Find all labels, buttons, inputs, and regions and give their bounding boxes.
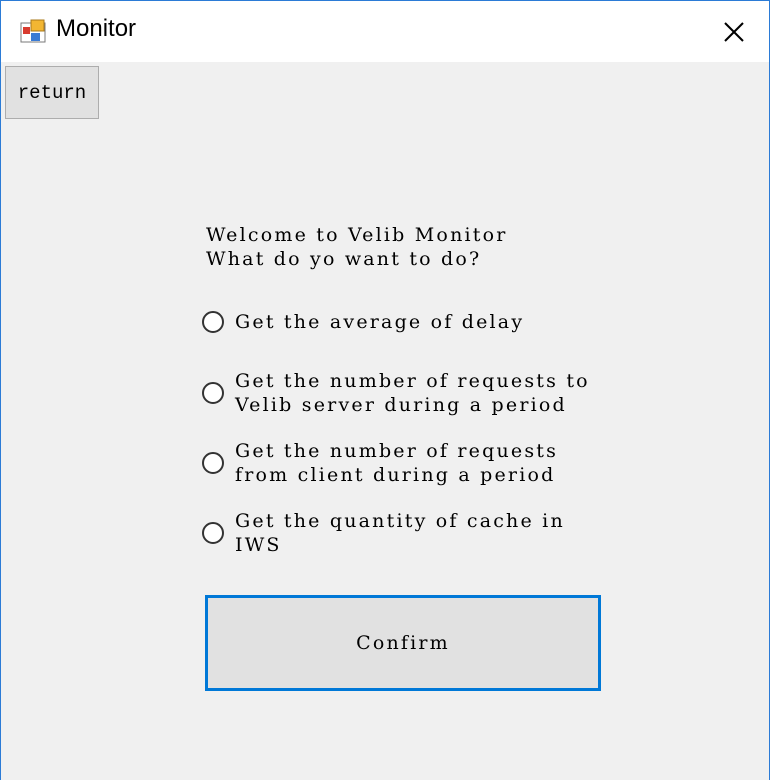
window-title: Monitor — [56, 15, 137, 42]
option-label: Get the quantity of cache in — [235, 510, 565, 532]
radio-button[interactable] — [202, 311, 224, 333]
welcome-line-1: Welcome to Velib Monitor — [206, 224, 508, 246]
option-label: Get the number of requests to — [235, 370, 590, 392]
winforms-app-icon — [20, 19, 46, 43]
option-label: from client during a period — [235, 464, 556, 486]
option-label: Get the number of requests — [235, 440, 559, 462]
option-average-delay[interactable]: Get the average of delay — [202, 310, 524, 334]
welcome-text: Welcome to Velib Monitor What do yo want… — [206, 223, 508, 271]
option-label: Get the average of delay — [235, 311, 525, 333]
confirm-button[interactable]: Confirm — [205, 595, 601, 691]
radio-button[interactable] — [202, 522, 224, 544]
return-button-label: return — [17, 81, 87, 104]
radio-button[interactable] — [202, 382, 224, 404]
confirm-button-label: Confirm — [356, 632, 450, 654]
title-bar: Monitor — [1, 1, 769, 62]
radio-button[interactable] — [202, 452, 224, 474]
option-cache-quantity[interactable]: Get the quantity of cache in IWS — [202, 509, 565, 557]
close-icon[interactable] — [717, 15, 751, 49]
option-label: IWS — [235, 534, 282, 556]
option-requests-to-server[interactable]: Get the number of requests to Velib serv… — [202, 369, 590, 417]
return-button[interactable]: return — [5, 66, 99, 119]
welcome-line-2: What do yo want to do? — [206, 248, 482, 270]
option-label: Velib server during a period — [235, 394, 567, 416]
option-requests-from-client[interactable]: Get the number of requests from client d… — [202, 439, 558, 487]
monitor-window: Monitor return Welcome to Velib Monitor … — [0, 0, 770, 780]
